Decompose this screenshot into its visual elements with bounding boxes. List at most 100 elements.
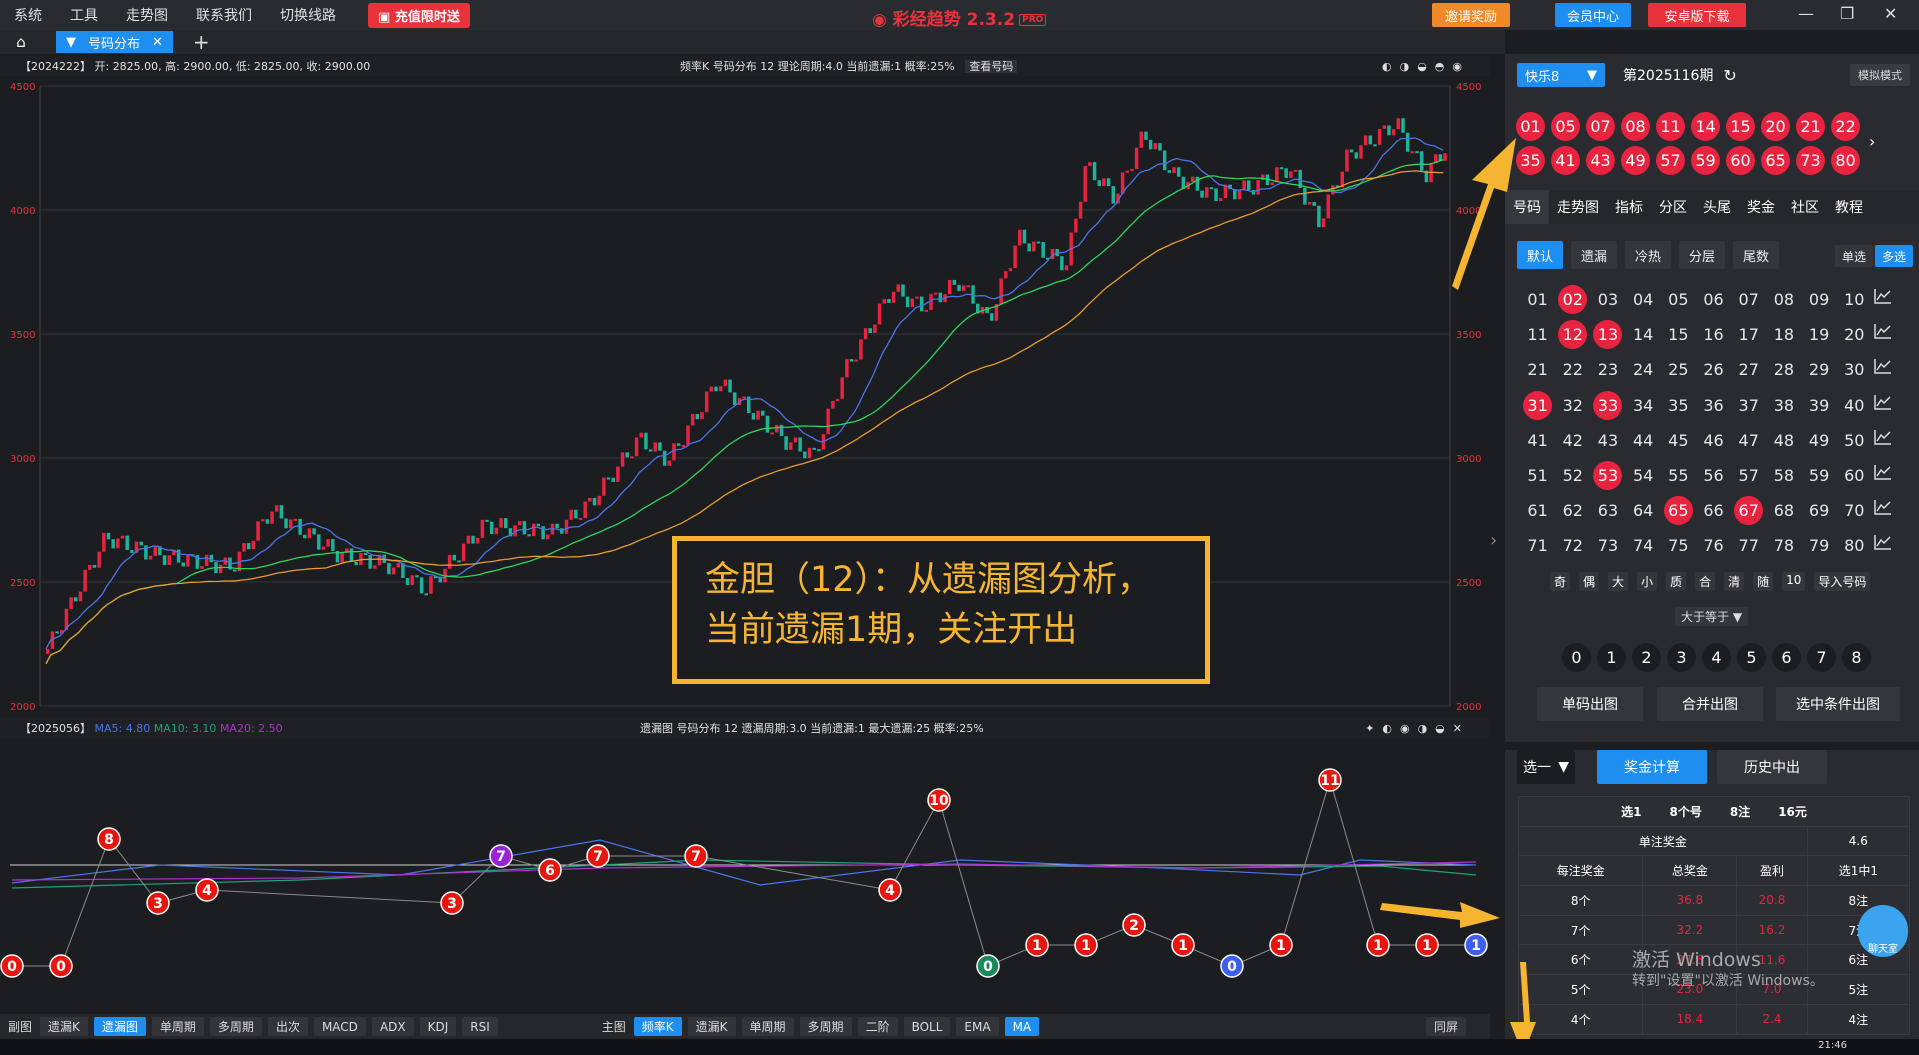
number-ball[interactable]: 68 [1769,496,1798,525]
subchart-btn-8[interactable]: RSI [462,1017,498,1036]
number-ball[interactable]: 09 [1805,285,1834,314]
number-ball[interactable]: 46 [1699,426,1728,455]
minimize-icon[interactable]: — [1798,4,1814,23]
number-ball[interactable]: 12 [1558,320,1588,350]
quick-filter-0[interactable]: 奇 [1550,572,1571,591]
number-ball[interactable]: 54 [1629,461,1658,490]
view-numbers-button[interactable]: 查看号码 [965,60,1018,73]
number-ball[interactable]: 15 [1664,320,1693,349]
simulate-mode-button[interactable]: 模拟模式 [1850,64,1910,86]
quick-filter-3[interactable]: 小 [1637,572,1658,591]
menu-system[interactable]: 系统 [0,5,56,25]
digit-ball[interactable]: 5 [1737,643,1766,672]
number-ball[interactable]: 40 [1840,391,1869,420]
chat-room-button[interactable]: 聊天室 [1858,905,1908,957]
number-ball[interactable]: 13 [1593,320,1623,350]
merge-chart-button[interactable]: 合并出图 [1657,687,1763,721]
same-screen-button[interactable]: 同屏 [1426,1017,1467,1036]
quick-filter-1[interactable]: 偶 [1579,572,1600,591]
number-ball[interactable]: 52 [1558,461,1587,490]
prize-calc-button[interactable]: 奖金计算 [1597,750,1707,784]
number-ball[interactable]: 05 [1664,285,1693,314]
single-select-button[interactable]: 单选 [1835,245,1873,267]
number-ball[interactable]: 71 [1523,531,1552,560]
nav-tab-7[interactable]: 教程 [1827,190,1871,224]
quick-filter-4[interactable]: 质 [1666,572,1687,591]
quick-filter-5[interactable]: 合 [1695,572,1716,591]
filter-btn-3[interactable]: 分层 [1679,241,1725,269]
digit-ball[interactable]: 7 [1807,643,1836,672]
number-ball[interactable]: 51 [1523,461,1552,490]
number-ball[interactable]: 66 [1699,496,1728,525]
trend-chart-icon[interactable] [1872,461,1894,483]
number-ball[interactable]: 24 [1629,355,1658,384]
add-tab-icon[interactable]: + [193,30,210,54]
number-ball[interactable]: 21 [1523,355,1552,384]
number-ball[interactable]: 80 [1840,531,1869,560]
number-ball[interactable]: 23 [1593,355,1622,384]
number-ball[interactable]: 65 [1663,496,1693,526]
number-ball[interactable]: 06 [1699,285,1728,314]
number-ball[interactable]: 62 [1558,496,1587,525]
number-ball[interactable]: 10 [1840,285,1869,314]
number-ball[interactable]: 61 [1523,496,1552,525]
panel-tools-icons[interactable]: ◐◑◒◓◉ [1382,60,1470,73]
nav-tab-2[interactable]: 指标 [1607,190,1651,224]
filter-btn-4[interactable]: 尾数 [1733,241,1779,269]
nav-tab-3[interactable]: 分区 [1651,190,1695,224]
subchart-btn-2[interactable]: 单周期 [151,1017,204,1036]
digit-ball[interactable]: 3 [1667,643,1696,672]
number-ball[interactable]: 03 [1593,285,1622,314]
quick-filter-6[interactable]: 清 [1724,572,1745,591]
number-ball[interactable]: 69 [1805,496,1834,525]
number-ball[interactable]: 63 [1593,496,1622,525]
number-ball[interactable]: 32 [1558,391,1587,420]
number-ball[interactable]: 27 [1734,355,1763,384]
number-ball[interactable]: 47 [1734,426,1763,455]
quick-filter-7[interactable]: 随 [1753,572,1774,591]
mainchart-btn-5[interactable]: BOLL [903,1017,951,1036]
trend-chart-icon[interactable] [1872,496,1894,518]
number-ball[interactable]: 50 [1840,426,1869,455]
number-ball[interactable]: 22 [1558,355,1587,384]
tab-close-icon[interactable]: ✕ [152,35,163,50]
number-ball[interactable]: 56 [1699,461,1728,490]
number-ball[interactable]: 41 [1523,426,1552,455]
filter-btn-0[interactable]: 默认 [1517,241,1563,269]
number-ball[interactable]: 60 [1840,461,1869,490]
digit-ball[interactable]: 6 [1772,643,1801,672]
number-ball[interactable]: 64 [1629,496,1658,525]
number-ball[interactable]: 19 [1805,320,1834,349]
filter-btn-2[interactable]: 冷热 [1625,241,1671,269]
select-count-dropdown[interactable]: 选一 ▼ [1517,750,1575,784]
history-hits-button[interactable]: 历史中出 [1717,750,1827,784]
number-ball[interactable]: 48 [1769,426,1798,455]
number-ball[interactable]: 70 [1840,496,1869,525]
trend-chart-icon[interactable] [1872,320,1894,342]
nav-tab-5[interactable]: 奖金 [1739,190,1783,224]
number-ball[interactable]: 35 [1664,391,1693,420]
mainchart-btn-6[interactable]: EMA [956,1017,999,1036]
number-ball[interactable]: 77 [1734,531,1763,560]
subchart-btn-4[interactable]: 出次 [267,1017,308,1036]
filter-btn-1[interactable]: 遗漏 [1571,241,1617,269]
mainchart-btn-1[interactable]: 遗漏K [687,1017,736,1036]
number-ball[interactable]: 08 [1769,285,1798,314]
menu-contact[interactable]: 联系我们 [182,5,266,25]
selected-condition-chart-button[interactable]: 选中条件出图 [1776,687,1900,721]
home-icon[interactable]: ⌂ [0,31,42,53]
number-ball[interactable]: 72 [1558,531,1587,560]
number-ball[interactable]: 53 [1593,460,1623,490]
number-ball[interactable]: 74 [1629,531,1658,560]
number-ball[interactable]: 75 [1664,531,1693,560]
trend-chart-icon[interactable] [1872,426,1894,448]
digit-ball[interactable]: 4 [1702,643,1731,672]
number-ball[interactable]: 28 [1769,355,1798,384]
invite-button[interactable]: 邀请奖励 [1432,3,1510,27]
number-ball[interactable]: 11 [1523,320,1552,349]
number-ball[interactable]: 57 [1734,461,1763,490]
digit-ball[interactable]: 0 [1562,643,1591,672]
tab-number-distribution[interactable]: ▼ 号码分布 ✕ [56,31,173,53]
digit-ball[interactable]: 2 [1632,643,1661,672]
subchart-btn-3[interactable]: 多周期 [209,1017,262,1036]
